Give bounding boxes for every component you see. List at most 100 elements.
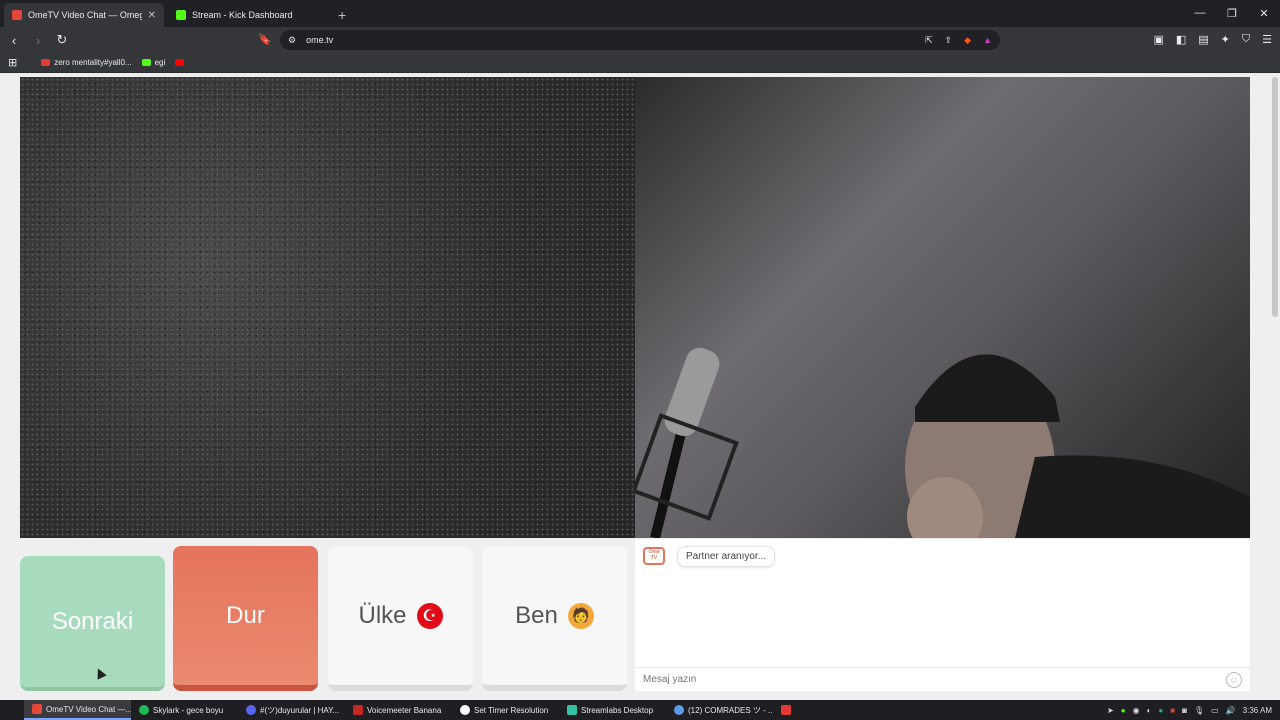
new-tab-button[interactable]: + xyxy=(338,3,346,27)
brave-rewards-icon[interactable]: ▲ xyxy=(983,35,992,45)
taskbar-label: #(ツ)duyurular | HAY... xyxy=(260,705,340,715)
stop-button[interactable]: Dur xyxy=(173,546,318,691)
tab-ometv[interactable]: OmeTV Video Chat — Omeg ✕ xyxy=(4,3,164,27)
wallet-icon[interactable]: ▤ xyxy=(1198,33,1208,46)
clock[interactable]: 3:36 AM xyxy=(1243,706,1272,715)
open-external-icon[interactable]: ⇱ xyxy=(925,35,933,46)
close-window-icon[interactable]: ✕ xyxy=(1248,0,1280,26)
app-icon xyxy=(781,705,791,715)
next-label: Sonraki xyxy=(51,607,134,635)
me-label: Ben xyxy=(515,601,558,629)
taskbar-label: Set Timer Resolution xyxy=(474,705,549,715)
toolbar-right: ▣ ◧ ▤ ✦ ⛉ ☰ xyxy=(1153,33,1272,46)
spotify-icon xyxy=(139,705,149,715)
taskbar-item[interactable]: (12) COMRADES ツ - ... xyxy=(666,700,773,720)
ometv-logo-icon: Ome TV xyxy=(643,547,665,565)
brave-icon xyxy=(32,704,42,714)
taskbar-item[interactable]: Voicemeeter Banana xyxy=(345,700,452,720)
bookmark-label: zero mentality#yall0... xyxy=(54,58,132,67)
bookmark-icon[interactable]: 🔖 xyxy=(258,33,272,46)
streamlabs-icon xyxy=(567,705,577,715)
voicemeeter-icon xyxy=(353,705,363,715)
taskbar-label: OmeTV Video Chat —... xyxy=(46,704,131,714)
obs-icon[interactable]: ◉ xyxy=(1133,706,1140,715)
bookmark-label: egi xyxy=(154,58,166,67)
discord-tray-icon[interactable]: ◙ xyxy=(1182,706,1187,715)
tab-bar: OmeTV Video Chat — Omeg ✕ Stream - Kick … xyxy=(0,0,1280,27)
taskbar-item[interactable]: Streamlabs Desktop xyxy=(559,700,666,720)
mic-icon[interactable]: 🎙 xyxy=(1194,706,1204,715)
restore-icon[interactable]: ❐ xyxy=(1216,0,1248,26)
telegram-icon[interactable]: ➤ xyxy=(1107,706,1114,715)
chat-panel: Ome TV Partner aranıyor... ☺ xyxy=(635,539,1250,691)
network-icon[interactable]: ▭ xyxy=(1211,706,1219,715)
address-bar[interactable]: ⚙ ome.tv ⇱ ⇪ ◆ ▲ xyxy=(280,30,1000,50)
stop-label: Dur xyxy=(226,601,265,629)
brave-shields-icon[interactable]: ◆ xyxy=(964,35,971,46)
taskbar-label: Skylark - gece boyu xyxy=(153,705,224,715)
discord-icon xyxy=(246,705,256,715)
site-info-icon[interactable]: ⚙ xyxy=(288,35,296,46)
bookmark-item[interactable]: egi xyxy=(141,58,166,67)
partner-video xyxy=(20,77,635,538)
volume-icon[interactable]: 🔊 xyxy=(1226,706,1236,715)
back-icon[interactable]: ‹ xyxy=(4,33,24,48)
taskbar-label: Voicemeeter Banana xyxy=(367,705,442,715)
forward-icon[interactable]: › xyxy=(28,33,48,48)
tab-kick[interactable]: Stream - Kick Dashboard xyxy=(168,3,328,27)
static-noise xyxy=(20,77,635,538)
taskbar-item[interactable]: Skylark - gece boyu xyxy=(131,700,238,720)
menu-icon[interactable]: ☰ xyxy=(1262,33,1272,46)
person-silhouette xyxy=(905,354,1250,538)
minimize-icon[interactable]: — xyxy=(1184,0,1216,26)
navigation-bar: ‹ › ↻ 🔖 ⚙ ome.tv ⇱ ⇪ ◆ ▲ ▣ ◧ ▤ ✦ ⛉ ☰ xyxy=(0,27,1280,53)
share-icon[interactable]: ⇪ xyxy=(945,35,953,46)
taskbar-label: (12) COMRADES ツ - ... xyxy=(688,705,773,715)
youtube-icon xyxy=(41,59,51,66)
page-scrollbar[interactable] xyxy=(1272,77,1278,317)
window-controls: — ❐ ✕ xyxy=(1184,0,1280,26)
reload-icon[interactable]: ↻ xyxy=(52,32,72,48)
timer-icon xyxy=(460,705,470,715)
country-label: Ülke xyxy=(358,601,407,629)
message-input[interactable] xyxy=(643,668,1203,690)
taskbar-item[interactable]: #(ツ)duyurular | HAY... xyxy=(238,700,345,720)
ometv-favicon-icon xyxy=(12,10,22,20)
tab-title: Stream - Kick Dashboard xyxy=(192,10,293,20)
leo-ai-icon[interactable]: ✦ xyxy=(1221,33,1230,46)
avatar-icon: 🧑 xyxy=(567,602,594,629)
me-button[interactable]: Ben 🧑 xyxy=(482,546,627,691)
spotify-tray-icon[interactable]: ● xyxy=(1158,706,1163,715)
taskbar-item[interactable]: Set Timer Resolution xyxy=(452,700,559,720)
tab-title: OmeTV Video Chat — Omeg xyxy=(28,10,142,20)
kick-favicon-icon xyxy=(176,10,186,20)
windows-taskbar: OmeTV Video Chat —... Skylark - gece boy… xyxy=(0,700,1280,720)
turkey-flag-icon: ☪ xyxy=(416,602,443,629)
bookmark-item[interactable] xyxy=(175,59,185,66)
bookmark-item[interactable]: zero mentality#yall0... xyxy=(41,58,132,67)
game-icon[interactable]: ◐ xyxy=(1147,706,1152,715)
taskbar-item[interactable]: OmeTV Video Chat —... xyxy=(24,700,131,720)
microphone-icon xyxy=(635,347,739,538)
close-tab-icon[interactable]: ✕ xyxy=(148,10,156,21)
taskbar-item[interactable] xyxy=(773,700,803,720)
vpn-shield-icon[interactable]: ⛉ xyxy=(1242,33,1250,46)
taskbar-label: Streamlabs Desktop xyxy=(581,705,654,715)
system-tray: ➤ ● ◉ ◐ ● ■ ◙ 🎙 ▭ 🔊 3:36 AM xyxy=(1107,700,1272,720)
record-icon[interactable]: ■ xyxy=(1170,706,1175,715)
apps-grid-icon[interactable]: ⊞ xyxy=(8,56,17,69)
sidebar-icon[interactable]: ◧ xyxy=(1176,33,1186,46)
media-icon[interactable]: ▣ xyxy=(1153,33,1163,46)
status-message: Partner aranıyor... xyxy=(677,546,776,567)
ometv-page: Sonraki Dur Ülke ☪ Ben 🧑 Ome TV Partner … xyxy=(0,75,1280,700)
youtube-icon xyxy=(175,59,185,66)
url-text: ome.tv xyxy=(306,35,334,45)
emoji-icon[interactable]: ☺ xyxy=(1226,672,1242,688)
message-bar: ☺ xyxy=(635,667,1250,691)
browser-icon xyxy=(674,705,684,715)
bookmarks-bar: ⊞ zero mentality#yall0... egi xyxy=(0,53,1280,73)
kick-icon xyxy=(141,59,151,66)
country-button[interactable]: Ülke ☪ xyxy=(328,546,473,691)
tray-app-icon[interactable]: ● xyxy=(1121,706,1126,715)
self-video xyxy=(635,77,1250,538)
